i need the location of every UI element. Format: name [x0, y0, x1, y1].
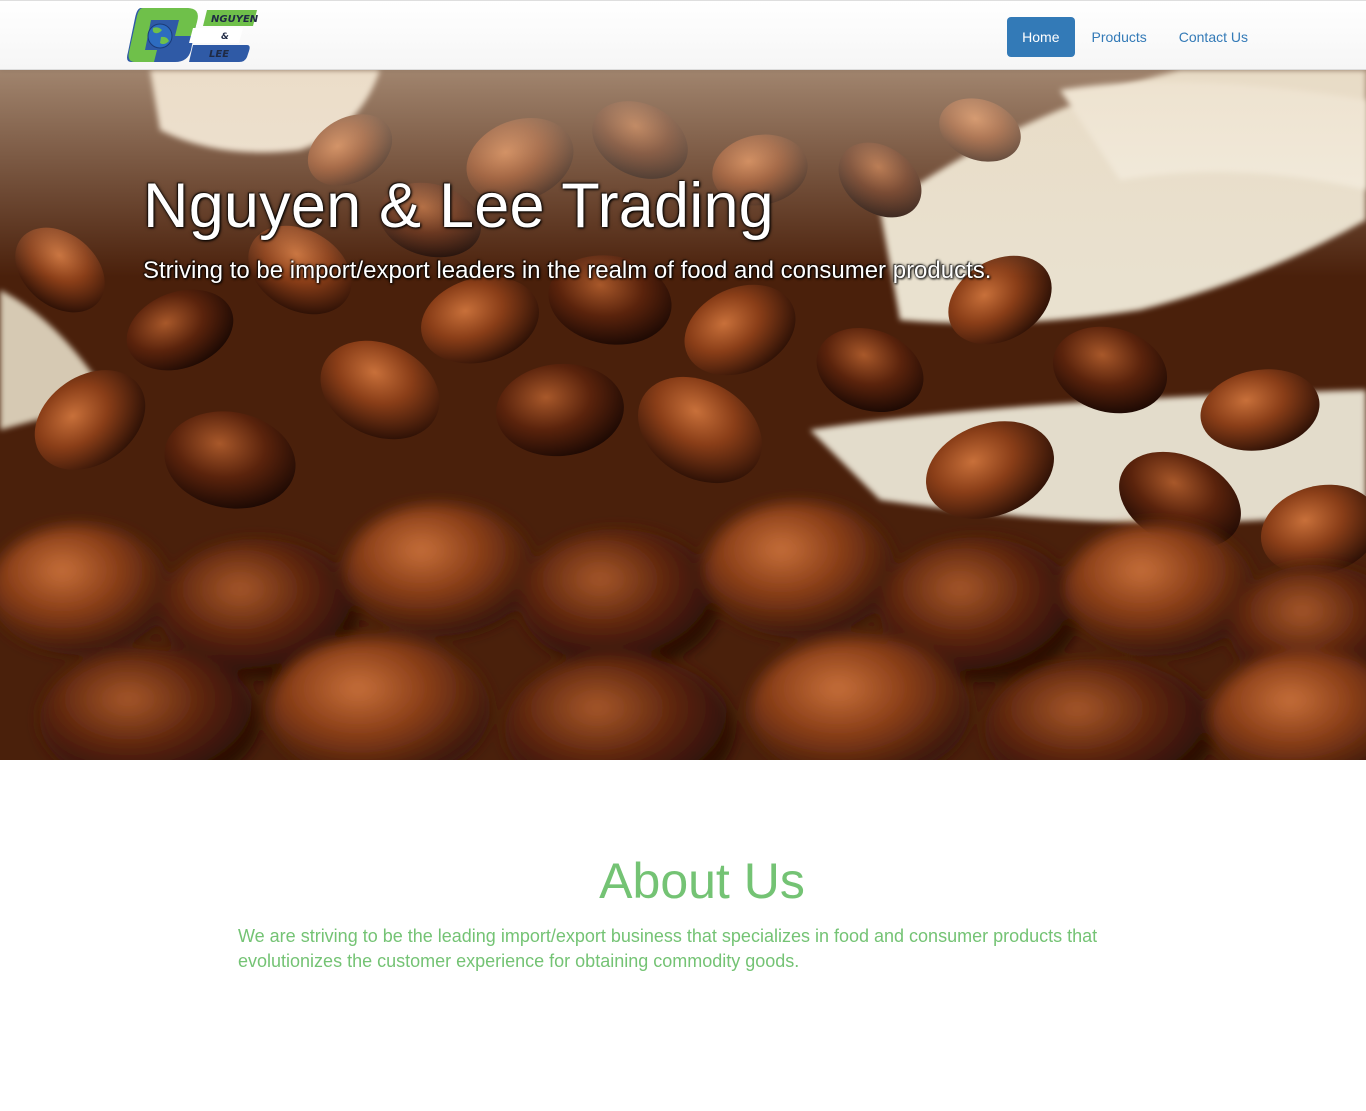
about-title: About Us: [599, 853, 805, 909]
nav-links: Home Products Contact Us: [1005, 17, 1263, 57]
logo-lettering-3: LEE: [209, 49, 229, 60]
about-text: We are striving to be the leading import…: [238, 926, 1098, 971]
nav-products-link[interactable]: Products: [1077, 17, 1162, 57]
hero-subtitle: Striving to be import/export leaders in …: [143, 257, 992, 284]
about-section: About Us We are striving to be the leadi…: [0, 760, 1366, 1111]
top-navbar: NGUYEN & LEE Home Products Contact Us: [0, 0, 1366, 70]
brand-logo[interactable]: NGUYEN & LEE: [127, 6, 259, 64]
logo-lettering-2: &: [221, 32, 229, 42]
hero-banner: Nguyen & Lee Trading Striving to be impo…: [0, 70, 1366, 760]
globe-logo-icon: NGUYEN & LEE: [127, 8, 259, 62]
hero-title: Nguyen & Lee Trading: [143, 171, 774, 241]
nav-contact-link[interactable]: Contact Us: [1164, 17, 1263, 57]
nav-home-link[interactable]: Home: [1007, 17, 1075, 57]
logo-lettering-1: NGUYEN: [211, 14, 259, 25]
